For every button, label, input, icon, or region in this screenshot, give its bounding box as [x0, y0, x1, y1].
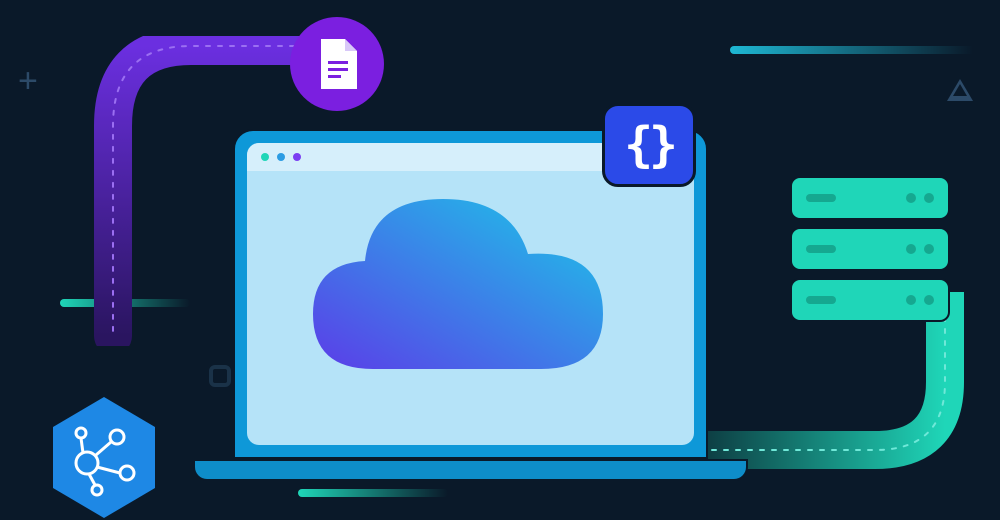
server-row [790, 176, 950, 220]
plus-icon: + [18, 62, 38, 101]
braces-glyph: {} [624, 117, 674, 173]
browser-window [247, 143, 694, 445]
triangle-icon [947, 79, 973, 101]
decorative-line-icon [298, 489, 448, 497]
teal-connector-icon [700, 292, 980, 512]
decorative-line-icon [730, 46, 1000, 54]
window-dot-icon [277, 153, 285, 161]
document-badge-icon [290, 17, 384, 111]
square-icon [209, 365, 231, 387]
code-braces-icon: {} [602, 103, 696, 187]
laptop-base [193, 459, 748, 481]
document-icon [317, 39, 357, 89]
network-hex-icon [49, 395, 159, 520]
server-stack-icon [790, 176, 950, 322]
window-dot-icon [261, 153, 269, 161]
window-dot-icon [293, 153, 301, 161]
server-row [790, 278, 950, 322]
cloud-illustration: + {} [0, 0, 1000, 520]
server-row [790, 227, 950, 271]
cloud-icon [303, 179, 613, 389]
